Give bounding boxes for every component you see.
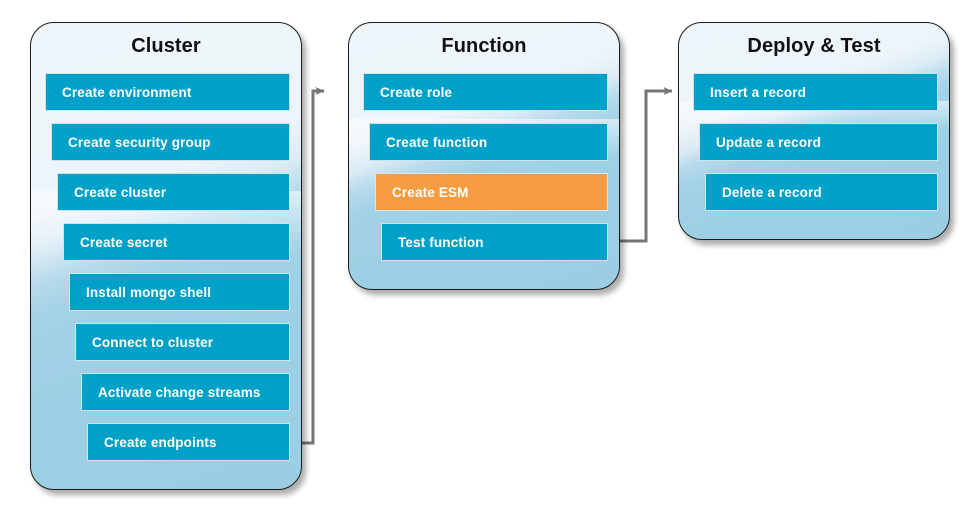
- step-insert-a-record[interactable]: Insert a record: [693, 73, 938, 111]
- panel-title-cluster: Cluster: [131, 35, 201, 57]
- step-label: Create security group: [68, 134, 211, 150]
- step-label: Delete a record: [722, 184, 822, 200]
- step-create-function[interactable]: Create function: [369, 123, 608, 161]
- step-label: Install mongo shell: [86, 284, 212, 300]
- step-label: Create endpoints: [104, 434, 217, 450]
- step-test-function[interactable]: Test function: [381, 223, 608, 261]
- connector-function-to-deploy-test: [620, 87, 673, 243]
- step-label: Create secret: [80, 234, 168, 250]
- step-label: Test function: [398, 234, 484, 250]
- step-create-esm[interactable]: Create ESM: [375, 173, 608, 211]
- step-label: Activate change streams: [98, 384, 261, 400]
- step-create-environment[interactable]: Create environment: [45, 73, 290, 111]
- step-activate-change-streams[interactable]: Activate change streams: [81, 373, 290, 411]
- step-connect-to-cluster[interactable]: Connect to cluster: [75, 323, 290, 361]
- diagram-canvas: Cluster Create environment Create securi…: [0, 0, 965, 505]
- step-create-secret[interactable]: Create secret: [63, 223, 290, 261]
- step-label: Insert a record: [710, 84, 807, 100]
- panel-deploy-test: Deploy & Test Insert a record Update a r…: [678, 22, 950, 240]
- step-create-role[interactable]: Create role: [363, 73, 608, 111]
- step-create-cluster[interactable]: Create cluster: [57, 173, 290, 211]
- step-label: Create cluster: [74, 184, 167, 200]
- panel-title-function: Function: [441, 35, 527, 57]
- panel-cluster: Cluster Create environment Create securi…: [30, 22, 302, 490]
- step-label: Create ESM: [392, 184, 469, 200]
- step-label: Create function: [386, 134, 488, 150]
- panel-function: Function Create role Create function Cre…: [348, 22, 620, 290]
- step-delete-a-record[interactable]: Delete a record: [705, 173, 938, 211]
- panel-title-deploy-test: Deploy & Test: [747, 35, 881, 57]
- step-label: Create role: [380, 84, 453, 100]
- step-label: Create environment: [62, 84, 192, 100]
- step-update-a-record[interactable]: Update a record: [699, 123, 938, 161]
- step-create-security-group[interactable]: Create security group: [51, 123, 290, 161]
- step-install-mongo-shell[interactable]: Install mongo shell: [69, 273, 290, 311]
- step-label: Update a record: [716, 134, 822, 150]
- step-create-endpoints[interactable]: Create endpoints: [87, 423, 290, 461]
- step-label: Connect to cluster: [92, 334, 214, 350]
